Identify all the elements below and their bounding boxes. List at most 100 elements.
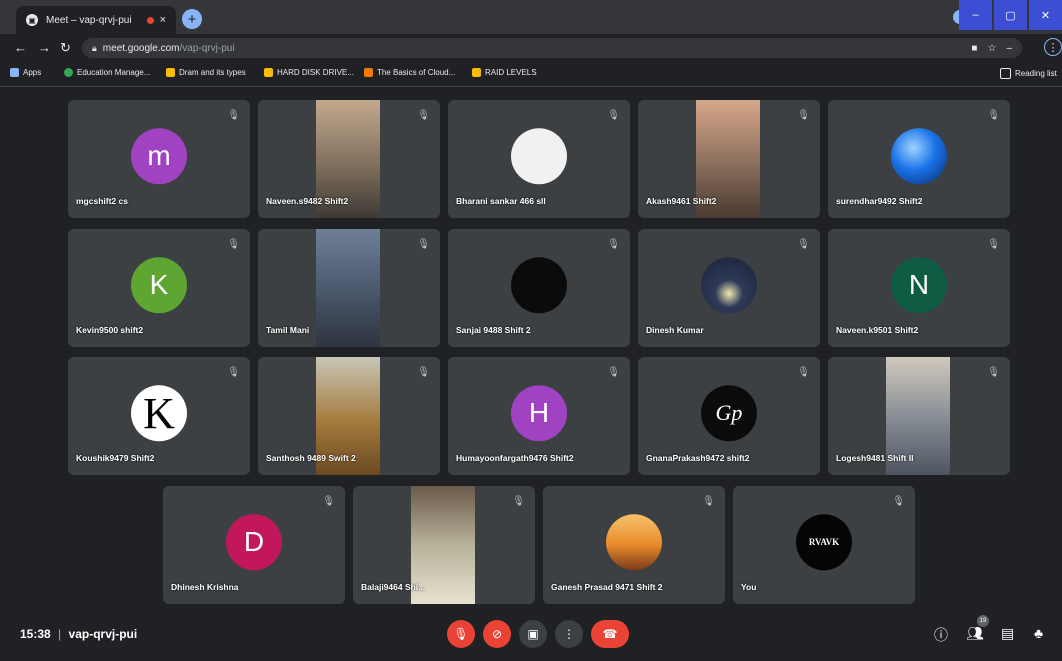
bookmark-favicon-icon [64,68,73,77]
url-input[interactable]: 🔒︎ meet.google.com /vap-qrvj-pui ■ ☆ – [82,38,1022,58]
new-tab-button[interactable]: + [182,9,202,29]
mic-off-icon: 🎙︎ [987,367,1000,378]
meeting-time: 15:38 [20,627,51,641]
mic-off-icon: 🎙︎ [987,110,1000,121]
mic-off-icon: 🎙︎ [227,110,240,121]
apps-grid-icon [10,68,19,77]
participant-name: GnanaPrakash9472 shift2 [646,453,750,463]
participant-avatar: H [511,385,567,442]
mic-off-icon: 🎙︎ [702,496,715,507]
meeting-details-icon[interactable]: ⓘ [934,625,948,645]
participant-tile[interactable]: 🎙︎ Logesh9481 Shift II [828,357,1010,475]
mic-off-icon: 🎙︎ [892,496,905,507]
maximize-icon[interactable]: ▢ [994,0,1027,30]
participant-tile[interactable]: 🎙︎ surendhar9492 Shift2 [828,100,1010,218]
tab-close-icon[interactable]: × [160,14,166,26]
meet-favicon-icon: ▣ [26,14,38,26]
mic-off-icon: 🎙︎ [227,367,240,378]
bookmark-item[interactable]: RAID LEVELS [472,68,537,77]
mic-off-icon: 🎙︎ [797,239,810,250]
participant-tile[interactable]: 🎙︎ Sanjai 9488 Shift 2 [448,229,630,347]
participant-name: surendhar9492 Shift2 [836,196,923,206]
present-screen-icon: ▣ [527,627,539,641]
participant-name: Humayoonfargath9476 Shift2 [456,453,574,463]
participant-name: Naveen.s9482 Shift2 [266,196,349,206]
participant-avatar: Gp [701,385,757,442]
participant-avatar [511,128,567,185]
mic-off-icon: 🎙︎ [607,239,620,250]
participant-name: Sanjai 9488 Shift 2 [456,325,531,335]
browser-tab[interactable]: ▣ Meet – vap-qrvj-pui × [16,6,176,34]
close-window-icon[interactable]: ✕ [1029,0,1062,30]
reload-icon[interactable]: ↻ [60,40,71,56]
self-tile[interactable]: RVAVK 🎙︎ You [733,486,915,604]
participant-name: Kevin9500 shift2 [76,325,144,335]
participant-name: Tamil Mani [266,325,310,335]
camera-toggle-button[interactable]: ⊘ [483,620,511,648]
bookmark-favicon-icon [166,68,175,77]
leave-call-button[interactable]: ☎︎ [591,620,629,648]
bookmark-item[interactable]: Dram and its types [166,68,246,77]
extensions-icon[interactable]: – [1006,43,1012,54]
participant-avatar: K [131,385,187,442]
mic-toggle-button[interactable]: 🎙︎ [447,620,475,648]
back-icon[interactable]: ← [14,40,27,55]
participant-tile[interactable]: 🎙︎ Dinesh Kumar [638,229,820,347]
url-host: meet.google.com [102,42,180,54]
participant-tile[interactable]: D 🎙︎ Dhinesh Krishna [163,486,345,604]
participant-avatar: RVAVK [796,514,852,571]
bookmarks-bar: Apps Education Manage... Dram and its ty… [0,62,1062,87]
forward-icon[interactable]: → [38,40,51,55]
camera-off-icon: ⊘ [491,627,503,641]
mic-off-icon: 🎙︎ [607,110,620,121]
bookmark-apps[interactable]: Apps [10,68,41,77]
browser-menu-icon[interactable]: ⋮ [1044,38,1062,56]
activities-icon[interactable]: ♣ [1034,625,1043,641]
chat-icon[interactable]: ▤ [1001,625,1014,642]
reading-list-button[interactable]: Reading list [1000,68,1057,79]
camera-indicator-icon[interactable]: ■ [971,43,977,54]
mic-off-icon: 🎙︎ [417,110,430,121]
participant-tile[interactable]: 🎙︎ Bharani sankar 466 sll [448,100,630,218]
meeting-info: 15:38 | vap-qrvj-pui [20,627,138,641]
bookmark-star-icon[interactable]: ☆ [987,43,996,54]
participant-name: You [741,582,757,592]
minimize-icon[interactable]: – [959,0,992,30]
participant-tile[interactable]: 🎙︎ Tamil Mani [258,229,440,347]
bookmark-item[interactable]: The Basics of Cloud... [364,68,455,77]
participant-name: Dhinesh Krishna [171,582,239,592]
participant-avatar: D [226,514,282,571]
participant-tile[interactable]: H 🎙︎ Humayoonfargath9476 Shift2 [448,357,630,475]
mic-off-icon: 🎙︎ [322,496,335,507]
participant-tile[interactable]: 🎙︎ Akash9461 Shift2 [638,100,820,218]
people-icon[interactable]: 👥︎ [966,625,984,642]
participant-tile[interactable]: K 🎙︎ Koushik9479 Shift2 [68,357,250,475]
bookmark-item[interactable]: Education Manage... [64,68,150,77]
mic-off-icon: 🎙︎ [453,627,469,641]
participant-tile[interactable]: Gp 🎙︎ GnanaPrakash9472 shift2 [638,357,820,475]
participant-video [316,229,380,347]
mic-off-icon: 🎙︎ [417,367,430,378]
lock-icon: 🔒︎ [92,42,97,53]
participant-count-badge: 19 [977,615,989,627]
participant-tile[interactable]: 🎙︎ Santhosh 9489 Swift 2 [258,357,440,475]
participant-tile[interactable]: 🎙︎ Naveen.s9482 Shift2 [258,100,440,218]
participant-tile[interactable]: 🎙︎ Ganesh Prasad 9471 Shift 2 [543,486,725,604]
participant-tile[interactable]: N 🎙︎ Naveen.k9501 Shift2 [828,229,1010,347]
participant-name: Balaji9464 Shi... [361,582,426,592]
mic-off-icon: 🎙︎ [987,239,1000,250]
more-options-button[interactable]: ⋮ [555,620,583,648]
bookmark-item[interactable]: HARD DISK DRIVE... [264,68,354,77]
present-button[interactable]: ▣ [519,620,547,648]
recording-dot-icon [146,16,154,24]
tab-title: Meet – vap-qrvj-pui [46,14,132,26]
address-bar-row: ← → ↻ 🔒︎ meet.google.com /vap-qrvj-pui ■… [0,34,1062,62]
meeting-code: vap-qrvj-pui [68,627,138,641]
participant-tile[interactable]: K 🎙︎ Kevin9500 shift2 [68,229,250,347]
participant-tile[interactable]: m 🎙︎ mgcshift2 cs [68,100,250,218]
participant-name: Dinesh Kumar [646,325,704,335]
participant-tile[interactable]: 🎙︎ Balaji9464 Shi... [353,486,535,604]
mic-off-icon: 🎙︎ [797,110,810,121]
participant-avatar [511,257,567,314]
participant-avatar [891,128,947,185]
